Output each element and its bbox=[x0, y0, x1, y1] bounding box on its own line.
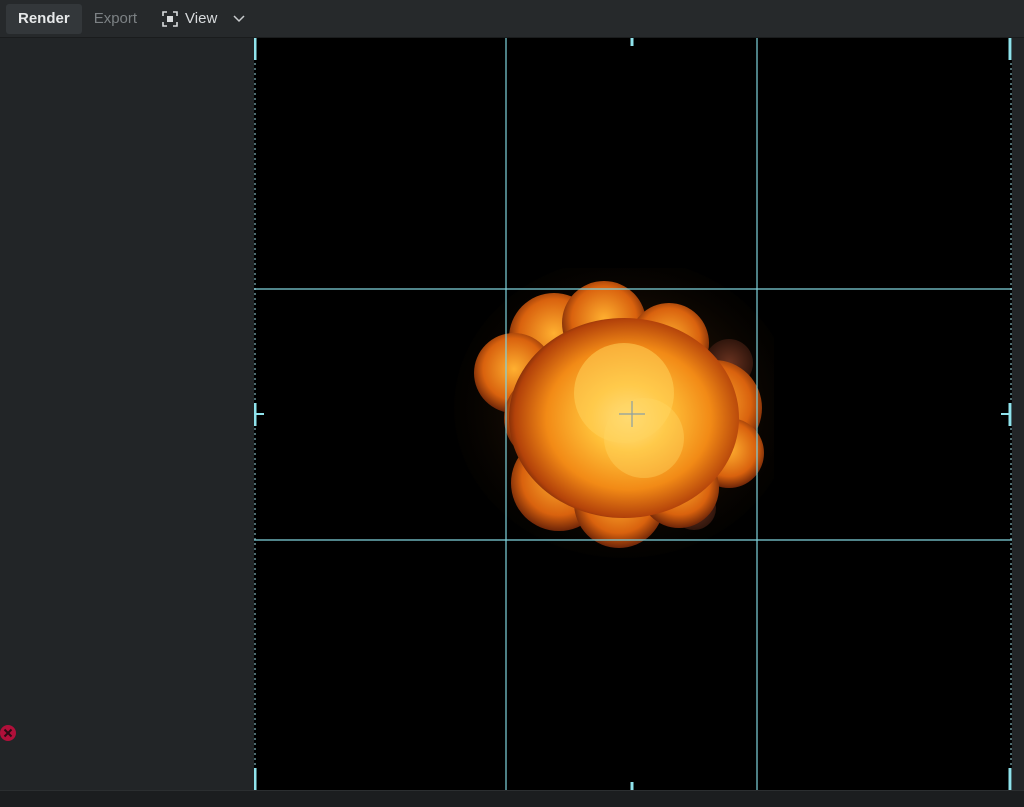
tab-render[interactable]: Render bbox=[6, 3, 82, 34]
error-icon[interactable] bbox=[0, 724, 18, 742]
tab-export[interactable]: Export bbox=[82, 4, 149, 34]
chevron-down-icon[interactable] bbox=[233, 14, 251, 23]
render-app: Render Export View bbox=[0, 0, 1024, 807]
composition-guides-overlay bbox=[254, 38, 1012, 790]
bottom-status-bar bbox=[0, 790, 1024, 807]
crosshair-icon bbox=[619, 401, 645, 427]
left-panel bbox=[0, 38, 254, 790]
view-label: View bbox=[185, 10, 218, 27]
focus-frame-icon bbox=[162, 10, 178, 27]
view-menu-button[interactable]: View bbox=[149, 4, 259, 34]
right-scroll-strip bbox=[1012, 38, 1024, 790]
render-viewport[interactable] bbox=[254, 38, 1012, 790]
top-toolbar: Render Export View bbox=[0, 0, 1024, 38]
